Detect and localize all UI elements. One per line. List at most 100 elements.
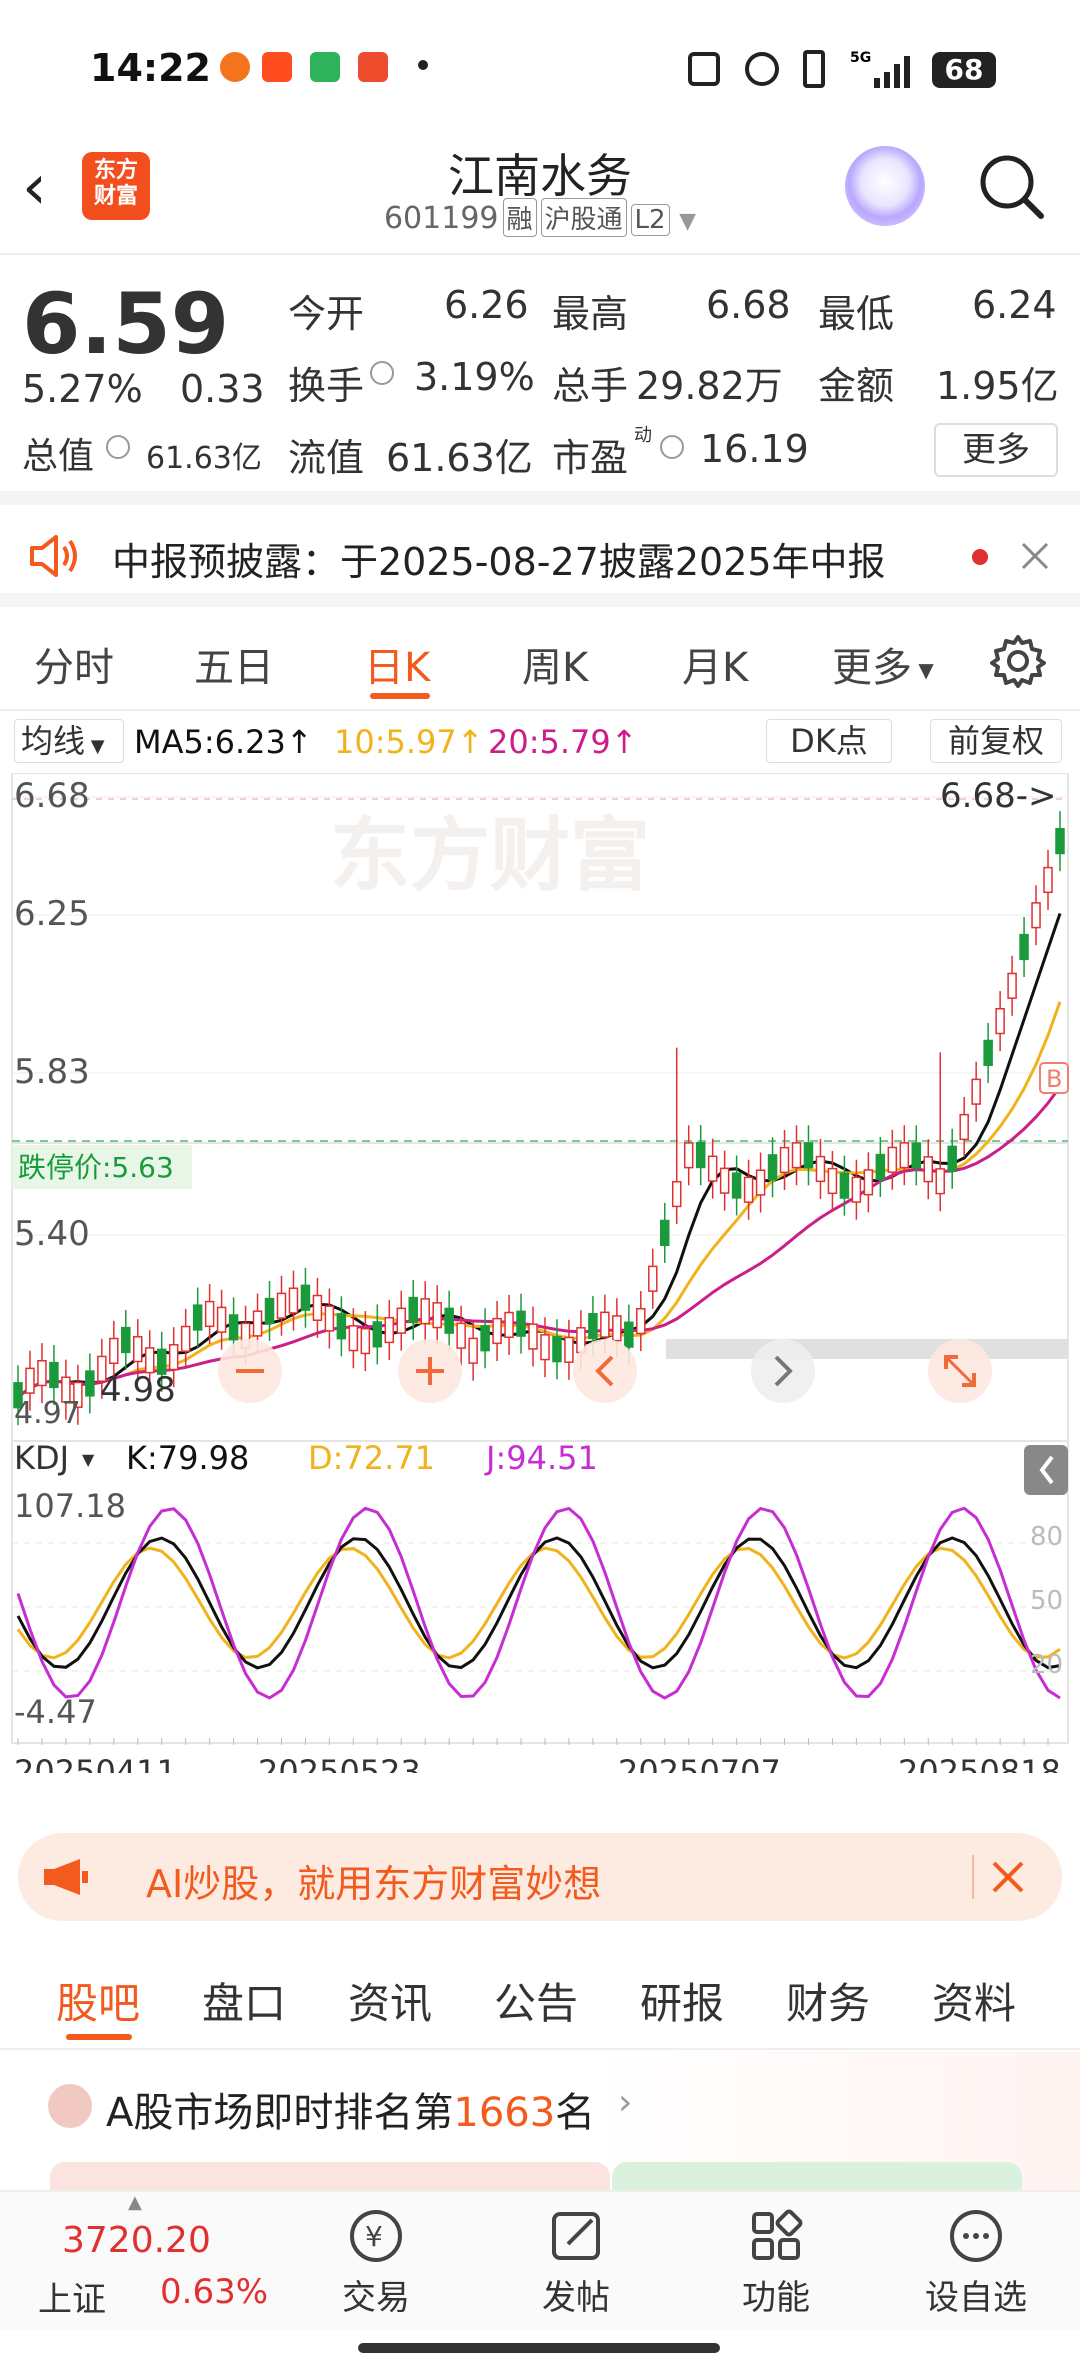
tab-news[interactable]: 资讯: [348, 1970, 432, 2031]
tab-research[interactable]: 研报: [640, 1970, 724, 2031]
home-indicator: [358, 2343, 720, 2353]
nav-trade[interactable]: ¥ 交易: [306, 2206, 446, 2319]
ai-assistant-avatar[interactable]: [845, 146, 925, 226]
pe-superscript: 动: [634, 425, 652, 446]
amount-label: 金额: [818, 364, 895, 408]
tab-weekly-k[interactable]: 周K: [522, 635, 588, 693]
scroll-left-button: [573, 1339, 637, 1403]
index-name[interactable]: 上证: [38, 2272, 106, 2321]
open-label: 今开: [288, 292, 365, 336]
index-change[interactable]: 0.63%: [160, 2272, 268, 2312]
change-percent: 5.27%: [22, 367, 143, 411]
gear-icon[interactable]: [990, 633, 1046, 689]
video-app-icon: [310, 52, 340, 82]
close-icon[interactable]: [1020, 541, 1050, 571]
volume-value: 29.82万: [636, 364, 783, 408]
float-label: 流值: [288, 436, 365, 480]
market-rank-row[interactable]: A股市场即时排名第1663名 ›: [0, 2052, 1080, 2192]
rank-bar-left: [50, 2162, 610, 2192]
candle-body: [779, 1146, 790, 1174]
ma-select[interactable]: 均线 ▼: [14, 719, 124, 763]
ma20-label: 20:5.79↑: [488, 723, 638, 761]
candle-body: [492, 1317, 502, 1345]
nav-post[interactable]: 发帖: [506, 2206, 646, 2319]
tab-monthly-k[interactable]: 月K: [682, 635, 748, 693]
info-icon[interactable]: [370, 361, 394, 385]
tab-guba[interactable]: 股吧: [56, 1970, 140, 2031]
search-icon[interactable]: [975, 150, 1047, 222]
pe-label: 市盈: [552, 436, 629, 480]
high-label: 最高: [552, 292, 629, 336]
candle-body: [827, 1167, 838, 1195]
kdj-k-line: [16, 1536, 1061, 1670]
candle-body: [707, 1155, 718, 1182]
candle-body: [192, 1304, 203, 1331]
candle-body: [959, 1113, 969, 1141]
status-time: 14:22: [90, 46, 211, 90]
close-icon[interactable]: [990, 1859, 1026, 1895]
candle-body: [815, 1155, 826, 1183]
listen-app-icon: [358, 52, 388, 82]
candle-body: [504, 1311, 514, 1338]
chat-dots-icon: [950, 2210, 1002, 2262]
status-bar: 14:22 5G 68: [0, 0, 1080, 140]
tab-announcements[interactable]: 公告: [494, 1970, 578, 2031]
candle-body: [755, 1169, 766, 1196]
alarm-icon: [745, 52, 779, 86]
candle-body: [372, 1321, 383, 1348]
tab-more[interactable]: 更多 ▼: [832, 635, 934, 693]
rank-text: A股市场即时排名第1663名: [106, 2080, 595, 2138]
buy-marker-label: B: [1046, 1065, 1062, 1093]
candle-body: [935, 1168, 945, 1195]
candle-body: [456, 1322, 466, 1349]
candle-body: [803, 1142, 814, 1169]
candle-body: [360, 1328, 371, 1355]
notice-bar[interactable]: 中报预披露：于2025-08-27披露2025年中报: [0, 505, 1080, 607]
more-button[interactable]: 更多: [934, 423, 1058, 477]
grid-icon: [752, 2209, 803, 2260]
megaphone-icon: [44, 1859, 88, 1895]
turnover-value: 3.19%: [414, 355, 535, 399]
nav-add-watchlist[interactable]: 设自选: [906, 2206, 1046, 2319]
candle-body: [995, 1008, 1005, 1035]
candle-body: [444, 1307, 454, 1334]
forward-adjust-button[interactable]: 前复权: [930, 719, 1062, 763]
candle-body: [600, 1311, 610, 1338]
dk-point-button[interactable]: DK点: [766, 719, 892, 763]
index-value[interactable]: 3720.20: [62, 2220, 211, 2261]
kdj-select: KDJ: [14, 1439, 69, 1477]
ai-banner[interactable]: AI炒股，就用东方财富妙想: [18, 1833, 1062, 1921]
info-icon[interactable]: [106, 435, 130, 459]
info-icon[interactable]: [660, 435, 684, 459]
tab-five-day[interactable]: 五日: [194, 635, 274, 693]
candle-body: [264, 1297, 275, 1325]
last-price: 6.59: [22, 275, 230, 373]
candlestick-chart[interactable]: 东方财富 6.68 6.25 5.83 5.40 6.68-> 跌停价:5.63…: [0, 773, 1080, 1773]
candle-body: [719, 1167, 730, 1194]
tab-order-book[interactable]: 盘口: [202, 1970, 286, 2031]
chart-frame: [11, 773, 1069, 1744]
ma5-label: MA5:6.23↑: [134, 723, 313, 761]
candle-body: [540, 1334, 550, 1361]
candle-body: [648, 1265, 658, 1292]
candle-body: [839, 1172, 850, 1199]
candle-body: [168, 1344, 179, 1371]
caret-down-icon: ▼: [679, 209, 697, 234]
tab-daily-k[interactable]: 日K: [364, 635, 430, 693]
tab-intraday[interactable]: 分时: [34, 635, 114, 693]
rank-chart-icon: [48, 2084, 92, 2128]
high-value: 6.68: [706, 283, 791, 327]
tab-profile[interactable]: 资料: [932, 1970, 1016, 2031]
candle-body: [552, 1336, 562, 1363]
x-tick-label: 20250411: [14, 1753, 177, 1773]
min-price-label: 4.98: [100, 1370, 176, 1410]
nav-functions[interactable]: 功能: [706, 2206, 846, 2319]
candle-body: [216, 1306, 227, 1333]
rank-bar-right: [612, 2162, 1022, 2192]
low-label: 最低: [818, 292, 895, 336]
tab-financials[interactable]: 财务: [786, 1970, 870, 2031]
candle-body: [564, 1336, 574, 1363]
kline-chart-area[interactable]: 均线 ▼ MA5:6.23↑ 10:5.97↑ 20:5.79↑ DK点 前复权…: [0, 711, 1080, 1811]
float-value: 61.63亿: [386, 436, 533, 480]
candle-body: [695, 1141, 706, 1169]
